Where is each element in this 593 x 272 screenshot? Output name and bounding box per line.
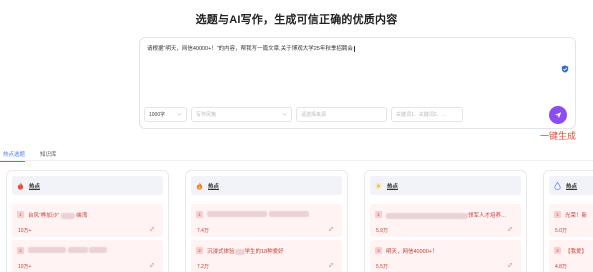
hot-card: 热点 1 7.4万 2 沉浸式体验 学生的18种爱好 7.2万 — [185, 170, 348, 272]
word-count-select[interactable]: 1000字 — [144, 107, 187, 122]
sun-icon — [375, 182, 382, 189]
link-icon[interactable] — [507, 262, 513, 268]
list-item[interactable]: 2 10万+ — [12, 240, 163, 272]
link-icon[interactable] — [328, 262, 334, 268]
list-item[interactable]: 1 7.4万 — [191, 204, 342, 237]
list-item[interactable]: 1 领军人才培养… 5.9万 — [370, 204, 521, 237]
link-icon[interactable] — [149, 226, 155, 232]
card-header: 热点 — [12, 176, 163, 195]
fire-icon — [17, 181, 24, 190]
prompt-text[interactable]: 请根据“明天，网信40000+！”的内容，帮我写一篇文章,关于博观大学25年秋季… — [147, 44, 355, 52]
style-select[interactable]: 写作风格 — [191, 107, 292, 122]
options-bar: 1000字 写作风格 请选择来源 关键词1、关键词2、... — [144, 107, 463, 122]
divider — [0, 160, 593, 161]
hot-card: 热点 1 光荣！新 5.0万 2 【我爱】 4.8万 — [543, 170, 593, 272]
flame-icon — [196, 181, 203, 190]
chevron-down-icon — [177, 113, 182, 116]
generate-button[interactable] — [549, 106, 567, 124]
list-item[interactable]: 2 明天，网信40000+！ 5.5万 — [370, 240, 521, 272]
page-title: 选题与AI写作，生成可信正确的优质内容 — [195, 14, 398, 26]
card-header: 热点 — [191, 176, 342, 195]
generate-tooltip: 一键生成 — [540, 132, 577, 142]
hot-card: 热点 1 台风“桦加沙” 峡湾 10万+ 2 10万+ — [6, 170, 169, 272]
hot-card: 热点 1 领军人才培养… 5.9万 2 明天，网信40000+！ 5.5万 — [364, 170, 527, 272]
list-item[interactable]: 1 台风“桦加沙” 峡湾 10万+ — [12, 204, 163, 237]
drop-icon — [554, 181, 561, 190]
link-icon[interactable] — [328, 226, 334, 232]
card-header: 热点 — [370, 176, 521, 195]
list-item[interactable]: 1 光荣！新 5.0万 — [549, 204, 593, 237]
list-item[interactable]: 2 沉浸式体验 学生的18种爱好 7.2万 — [191, 240, 342, 272]
source-select[interactable]: 请选择来源 — [296, 107, 387, 122]
send-icon — [554, 112, 562, 119]
keywords-input[interactable]: 关键词1、关键词2、... — [391, 107, 463, 122]
link-icon[interactable] — [507, 226, 513, 232]
list-item[interactable]: 2 【我爱】 4.8万 — [549, 240, 593, 272]
link-icon[interactable] — [149, 262, 155, 268]
chevron-down-icon — [282, 113, 287, 116]
card-header: 热点 — [549, 176, 593, 195]
shield-icon[interactable] — [561, 65, 569, 73]
